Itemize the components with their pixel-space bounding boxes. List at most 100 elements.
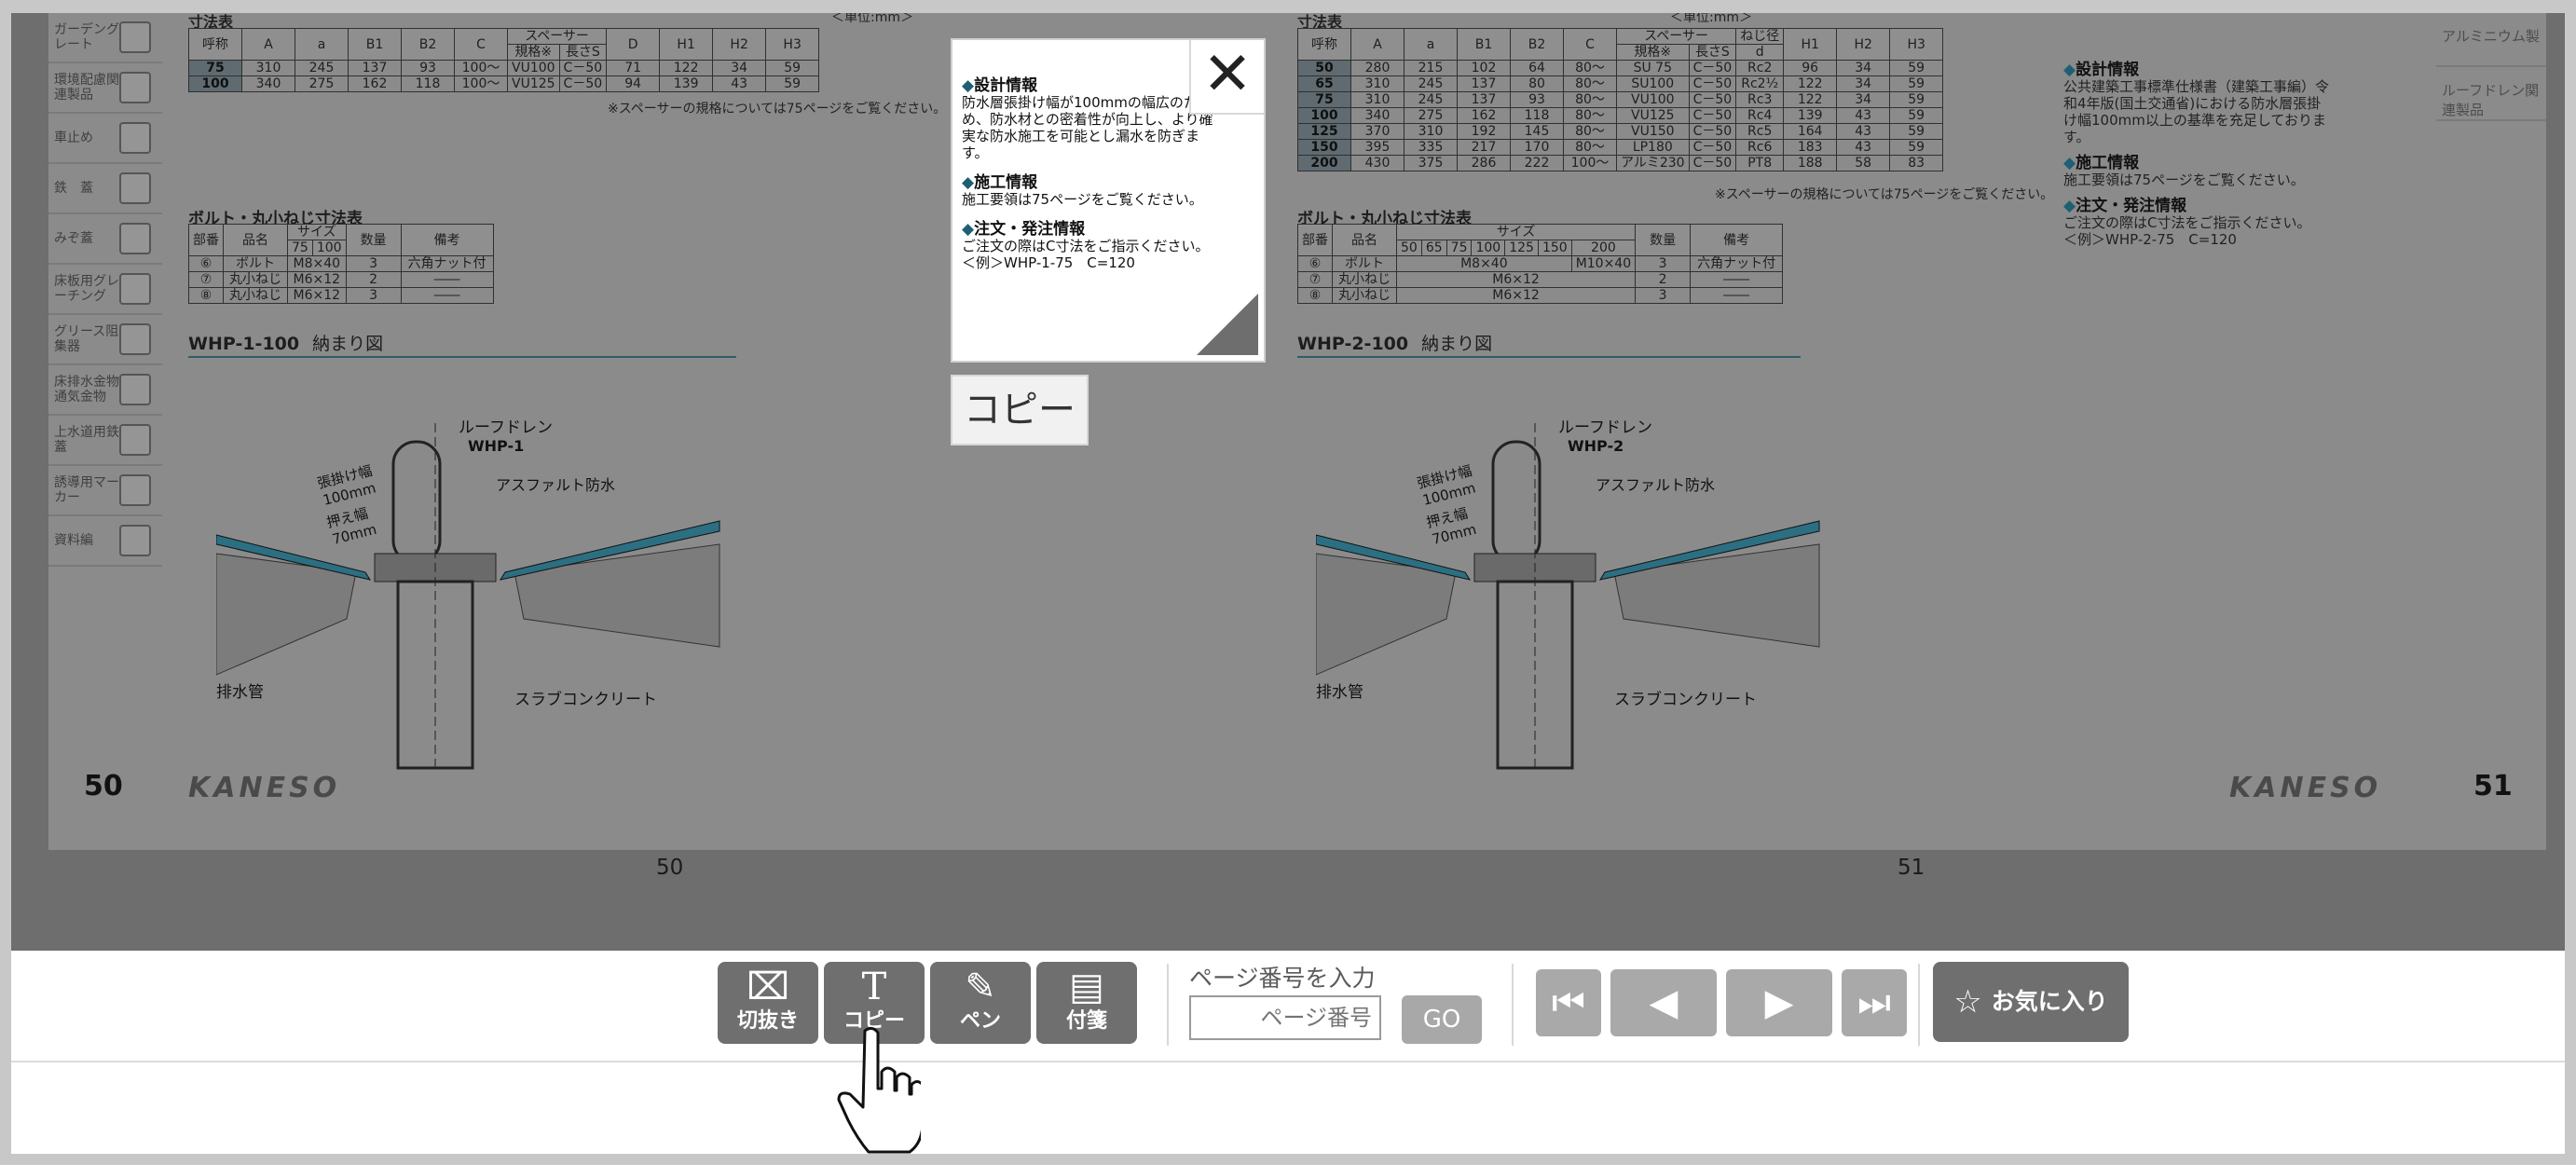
table-cell: 50 bbox=[1297, 60, 1351, 76]
column-header: 長さS bbox=[1688, 44, 1737, 61]
popup-design-text: 防水層張掛け幅が100mmの幅広のため、防水材との密着性が向上し、より確実な防水… bbox=[962, 94, 1213, 161]
popup-text[interactable]: 設計情報 防水層張掛け幅が100mmの幅広のため、防水材との密着性が向上し、より… bbox=[962, 77, 1223, 271]
table-cell: 137 bbox=[348, 60, 402, 76]
table-row: 100 340 275 162 118 80～ VU125 C－50 Rc4 139 43 59 bbox=[1297, 107, 1944, 124]
product-info: 設計情報 公共建築工事標準仕様書（建築工事編）令和4年版(国土交通省)における防… bbox=[2063, 50, 2334, 248]
table-cell: ―― bbox=[400, 271, 494, 288]
category-icon bbox=[119, 21, 151, 53]
table-cell: 80～ bbox=[1563, 123, 1617, 140]
table-cell: 200 bbox=[1297, 155, 1351, 171]
table-cell: 59 bbox=[1889, 60, 1944, 76]
go-button[interactable]: GO bbox=[1402, 995, 1482, 1044]
table-cell: ―― bbox=[1690, 271, 1784, 288]
table-row: 75 310 245 137 93 80～ VU100 C－50 Rc3 122 34 59 bbox=[1297, 91, 1944, 108]
table-cell: 118 bbox=[401, 75, 455, 92]
pen-label: ペン bbox=[959, 1009, 1001, 1033]
design-text: 公共建築工事標準仕様書（建築工事編）令和4年版(国土交通省)における防水層張掛け… bbox=[2063, 78, 2330, 145]
favorite-button[interactable]: ☆ お気に入り bbox=[1933, 962, 2129, 1042]
column-header: 規格※ bbox=[1616, 44, 1690, 61]
table-cell: 2 bbox=[345, 271, 402, 288]
prev-page-icon: ◀ bbox=[1649, 981, 1679, 1024]
table-row: ⑧ 丸小ねじ M6×12 3 ―― bbox=[1297, 287, 1784, 304]
column-header: H1 bbox=[1783, 28, 1838, 61]
table-cell: 六角ナット付 bbox=[1690, 255, 1784, 272]
table-cell: ⑦ bbox=[1297, 271, 1333, 288]
slab-right bbox=[1613, 543, 1820, 648]
table-cell: 139 bbox=[1783, 107, 1838, 124]
table-cell: 340 bbox=[1350, 107, 1404, 124]
sticky-note-button[interactable]: ▤ 付箋 bbox=[1036, 962, 1137, 1044]
table-cell: Rc3 bbox=[1735, 91, 1785, 108]
order-heading: 注文・発注情報 bbox=[2063, 198, 2334, 214]
table-row: 100 340 275 162 118 100～ VU125 C－50 94 139 43 59 bbox=[188, 75, 820, 92]
column-header: 備考 bbox=[400, 224, 494, 256]
sidebar-item[interactable]: 床板用グレーチング bbox=[48, 265, 162, 315]
column-header: H3 bbox=[765, 28, 820, 61]
table-cell: VU100 bbox=[507, 60, 560, 76]
sidebar-item[interactable]: 上水道用鉄 蓋 bbox=[48, 416, 162, 466]
column-header: H3 bbox=[1889, 28, 1944, 61]
table-row: 125 370 310 192 145 80～ VU150 C－50 Rc5 164 43 59 bbox=[1297, 123, 1944, 140]
sidebar-item[interactable]: 資料編 bbox=[48, 516, 162, 567]
pen-button[interactable]: ✎ ペン bbox=[930, 962, 1031, 1044]
table-note: ※スペーサーの規格については75ページをご覧ください。 bbox=[608, 102, 947, 116]
table-cell: ボルト bbox=[223, 255, 288, 272]
table-row: 65 310 245 137 80 80～ SU100 C－50 Rc2½ 122 34 59 bbox=[1297, 75, 1944, 92]
table-cell: 100～ bbox=[454, 75, 508, 92]
close-icon[interactable]: ✕ bbox=[1189, 40, 1264, 115]
category-icon bbox=[119, 474, 151, 506]
installation-diagram: ルーフドレンWHP-2アスファルト防水張掛け幅100mm押え幅70mm排水管 スラ… bbox=[1316, 418, 1820, 770]
table-cell: C－50 bbox=[1688, 123, 1737, 140]
size-column: 100 bbox=[311, 240, 347, 256]
resize-handle[interactable] bbox=[1197, 294, 1258, 355]
table-cell: 59 bbox=[1889, 123, 1944, 140]
sidebar-item[interactable]: 床排水金物通気金物 bbox=[48, 365, 162, 416]
table-cell: 96 bbox=[1783, 60, 1838, 76]
prev-page-button[interactable]: ◀ bbox=[1610, 969, 1717, 1036]
document-viewer[interactable]: ガーデングレート 環境配慮関連製品 車止め鉄 蓋みぞ蓋 床板用グレーチング グリース阻集… bbox=[11, 13, 2565, 951]
table-cell: C－50 bbox=[1688, 107, 1737, 124]
table-row: 75 310 245 137 93 100～ VU100 C－50 71 122 34 59 bbox=[188, 60, 820, 76]
column-header: a bbox=[1404, 28, 1458, 61]
first-page-button[interactable]: ⏮ bbox=[1536, 969, 1601, 1036]
sidebar-item[interactable]: 誘導用マーカー bbox=[48, 466, 162, 516]
sidebar-item[interactable]: ルーフドレン関連製品 bbox=[2436, 67, 2546, 121]
column-header: B1 bbox=[1457, 28, 1511, 61]
sidebar-item[interactable]: グリース阻集器 bbox=[48, 315, 162, 365]
table-cell: 93 bbox=[401, 60, 455, 76]
sidebar-item[interactable]: 車止め bbox=[48, 114, 162, 164]
page-number: 51 bbox=[2473, 770, 2513, 802]
table-cell: 80～ bbox=[1563, 75, 1617, 92]
order-example: ＜例＞WHP-2-75 C=120 bbox=[2063, 231, 2237, 248]
table-unit: ＜単位:mm＞ bbox=[831, 13, 913, 25]
page-number-input[interactable] bbox=[1189, 995, 1381, 1040]
table-cell: C－50 bbox=[1688, 60, 1737, 76]
table-cell: Rc4 bbox=[1735, 107, 1785, 124]
table-cell: 100～ bbox=[1563, 155, 1617, 171]
sidebar-item[interactable]: 環境配慮関連製品 bbox=[48, 63, 162, 114]
table-cell: 217 bbox=[1457, 139, 1511, 156]
table-row: 200 430 375 286 222 100～ アルミ230 C－50 PT8 188 58 83 bbox=[1297, 155, 1944, 171]
sidebar-item[interactable]: ガーデングレート bbox=[48, 13, 162, 63]
sidebar-item[interactable]: 鉄 蓋 bbox=[48, 164, 162, 214]
column-header: C bbox=[1563, 28, 1617, 61]
table-cell: 六角ナット付 bbox=[400, 255, 494, 272]
table-row: ⑥ ボルト M8×40 3 六角ナット付 bbox=[188, 255, 494, 272]
table-cell: 310 bbox=[1350, 75, 1404, 92]
table-cell: 137 bbox=[1457, 75, 1511, 92]
table-cell: 122 bbox=[1783, 91, 1838, 108]
sidebar-item[interactable]: みぞ蓋 bbox=[48, 214, 162, 265]
table-row: ⑦ 丸小ねじ M6×12 2 ―― bbox=[188, 271, 494, 288]
table-cell: 100～ bbox=[454, 60, 508, 76]
sidebar-item[interactable]: アルミニウム製 bbox=[2436, 13, 2546, 67]
next-page-button[interactable]: ▶ bbox=[1726, 969, 1832, 1036]
right-index-sidebar: アルミニウム製 ルーフドレン関連製品 bbox=[2436, 13, 2546, 121]
table-row: ⑧ 丸小ねじ M6×12 3 ―― bbox=[188, 287, 494, 304]
divider bbox=[1512, 964, 1514, 1046]
copy-button[interactable]: コピー bbox=[951, 375, 1089, 445]
copy-text-popup[interactable]: 設計情報 防水層張掛け幅が100mmの幅広のため、防水材との密着性が向上し、より… bbox=[951, 38, 1266, 363]
crop-button[interactable]: ⌧ 切抜き bbox=[718, 962, 818, 1044]
last-page-button[interactable]: ⏭ bbox=[1842, 969, 1907, 1036]
table-cell: Rc2 bbox=[1735, 60, 1785, 76]
table-cell: 83 bbox=[1889, 155, 1944, 171]
